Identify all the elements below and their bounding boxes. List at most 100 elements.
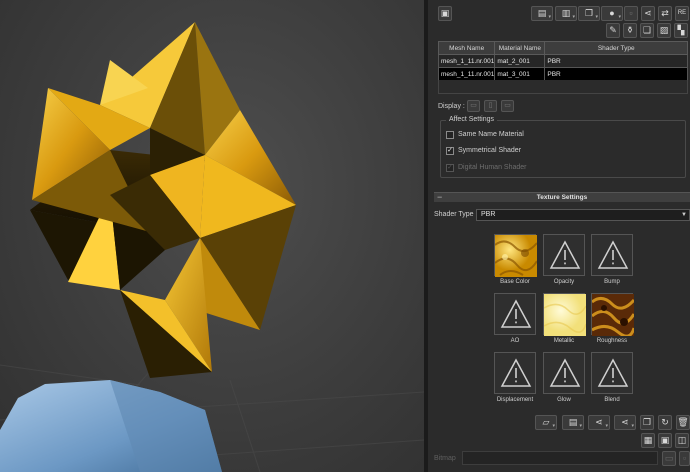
- cell-shader-type: PBR: [544, 67, 688, 81]
- float-panel-button[interactable]: ▣: [438, 6, 452, 21]
- table-row[interactable]: mesh_1_11.nr.001 mat_2_001 PBR: [437, 54, 688, 68]
- disabled-tool-button[interactable]: ▫: [624, 6, 638, 21]
- bucket-icon: ⚱: [626, 25, 634, 35]
- trash-icon: 🗑: [677, 417, 689, 427]
- solid-icon: ▭: [470, 102, 477, 109]
- link-texture-button[interactable]: ⋖ ▾: [614, 415, 636, 430]
- duplicate-icon: ❏: [642, 25, 652, 35]
- texture-slot-roughness[interactable]: [591, 293, 634, 336]
- check-icon: ✓: [447, 147, 453, 154]
- paint-button[interactable]: ⚱: [623, 23, 637, 38]
- panel-icon: ▣: [660, 435, 670, 445]
- bitmap-label: Bitmap: [434, 455, 456, 462]
- bitmap-path-field[interactable]: [462, 451, 658, 465]
- paste-material-button[interactable]: ● ▾: [601, 6, 623, 21]
- save-icon: ▥: [561, 8, 571, 18]
- grid-view-button[interactable]: ▦: [641, 433, 655, 448]
- texture-slot-metallic[interactable]: [543, 293, 586, 336]
- texture-slot-ao[interactable]: [494, 293, 536, 335]
- 3d-viewport[interactable]: [0, 0, 424, 472]
- texture-slot-bump[interactable]: [591, 234, 633, 276]
- duplicate-button[interactable]: ❏: [640, 23, 654, 38]
- save-icon: ▤: [568, 417, 578, 427]
- load-texture-button[interactable]: ▱ ▾: [535, 415, 557, 430]
- save-material-button[interactable]: ▥ ▾: [555, 6, 577, 21]
- window-icon: ▣: [440, 8, 450, 18]
- texture-slot-glow[interactable]: [543, 352, 585, 394]
- export-button[interactable]: ▨: [657, 23, 671, 38]
- panel-view-button[interactable]: ▣: [658, 433, 672, 448]
- texture-slot-label: Bump: [604, 279, 620, 285]
- export-icon: ▨: [659, 25, 669, 35]
- swap-icon: ⇄: [661, 8, 669, 18]
- warning-icon: [549, 358, 581, 387]
- texture-slot-blend[interactable]: [591, 352, 633, 394]
- display-mode-2-button[interactable]: ▯: [484, 100, 497, 112]
- col-material-name[interactable]: Material Name: [494, 41, 546, 55]
- share-icon: ⋖: [595, 417, 603, 427]
- warning-icon: [597, 358, 629, 387]
- refresh-texture-button[interactable]: ↻: [658, 415, 672, 430]
- display-mode-1-button[interactable]: ▭: [467, 100, 480, 112]
- box-icon: ▭: [504, 102, 511, 109]
- material-table: Mesh Name Material Name Shader Type mesh…: [437, 41, 688, 81]
- split-icon: ◫: [677, 435, 687, 445]
- blue-pedestal: [0, 380, 222, 472]
- copy-texture-button[interactable]: ❐: [640, 415, 654, 430]
- picker-button[interactable]: ✎: [606, 23, 620, 38]
- swap-button[interactable]: ⇄: [658, 6, 672, 21]
- save-texture-button[interactable]: ▤ ▾: [562, 415, 584, 430]
- node-icon: ⋖: [621, 417, 629, 427]
- digital-human-shader-checkbox[interactable]: ✓: [446, 164, 454, 172]
- digital-human-shader-label: Digital Human Shader: [458, 164, 527, 171]
- clear-icon: ▫: [682, 453, 687, 463]
- symmetrical-shader-checkbox[interactable]: ✓: [446, 147, 454, 155]
- bitmap-browse-button[interactable]: ▭: [662, 451, 676, 466]
- chevron-down-icon: ▼: [681, 212, 687, 218]
- checker-button[interactable]: ▚: [674, 23, 688, 38]
- display-mode-3-button[interactable]: ▭: [501, 100, 514, 112]
- display-label: Display :: [438, 103, 465, 110]
- load-material-button[interactable]: ▤ ▾: [531, 6, 553, 21]
- wire-icon: ▯: [488, 102, 493, 109]
- col-shader-type[interactable]: Shader Type: [544, 41, 688, 55]
- share-texture-button[interactable]: ⋖ ▾: [588, 415, 610, 430]
- share-button[interactable]: ⋖: [641, 6, 655, 21]
- texture-slot-label: Blend: [604, 397, 620, 403]
- roughness-texture-thumbnail: [592, 294, 634, 336]
- same-name-material-label: Same Name Material: [458, 131, 524, 138]
- grid-icon: ▦: [643, 435, 653, 445]
- texture-slot-label: Roughness: [596, 338, 628, 344]
- sphere-icon: ●: [609, 8, 615, 18]
- checker-icon: ▚: [677, 25, 685, 35]
- shader-type-value: PBR: [481, 211, 496, 218]
- delete-texture-button[interactable]: 🗑: [676, 415, 690, 430]
- warning-icon: [500, 299, 532, 328]
- texture-slot-base-color[interactable]: [494, 234, 537, 277]
- texture-settings-title: Texture Settings: [536, 194, 588, 201]
- warning-icon: [500, 358, 532, 387]
- copy-icon: ❐: [584, 8, 594, 18]
- metallic-texture-thumbnail: [544, 294, 586, 336]
- texture-slot-displacement[interactable]: [494, 352, 536, 394]
- split-view-button[interactable]: ◫: [675, 433, 689, 448]
- col-mesh-name[interactable]: Mesh Name: [437, 41, 496, 55]
- browse-icon: ▭: [664, 453, 674, 463]
- re-button[interactable]: RE: [675, 6, 689, 21]
- copy-material-button[interactable]: ❐ ▾: [578, 6, 600, 21]
- cell-shader-type: PBR: [544, 54, 688, 68]
- texture-settings-header[interactable]: − Texture Settings: [434, 192, 690, 202]
- same-name-material-checkbox[interactable]: [446, 131, 454, 139]
- cell-material-name: mat_2_001: [494, 54, 546, 68]
- shader-type-label: Shader Type :: [434, 211, 478, 218]
- folder-icon: ▱: [542, 417, 550, 427]
- viewport-scene: [0, 22, 424, 472]
- eyedropper-icon: ✎: [609, 25, 617, 35]
- bitmap-clear-button[interactable]: ▫: [679, 451, 690, 466]
- check-icon: ✓: [447, 164, 453, 171]
- texture-slot-opacity[interactable]: [543, 234, 585, 276]
- refresh-icon: ↻: [661, 417, 669, 427]
- cell-mesh-name: mesh_1_11.nr.001: [437, 54, 496, 68]
- shader-type-select[interactable]: PBR ▼: [476, 209, 690, 221]
- table-row-selected[interactable]: mesh_1_11.nr.001 mat_3_001 PBR: [437, 67, 688, 81]
